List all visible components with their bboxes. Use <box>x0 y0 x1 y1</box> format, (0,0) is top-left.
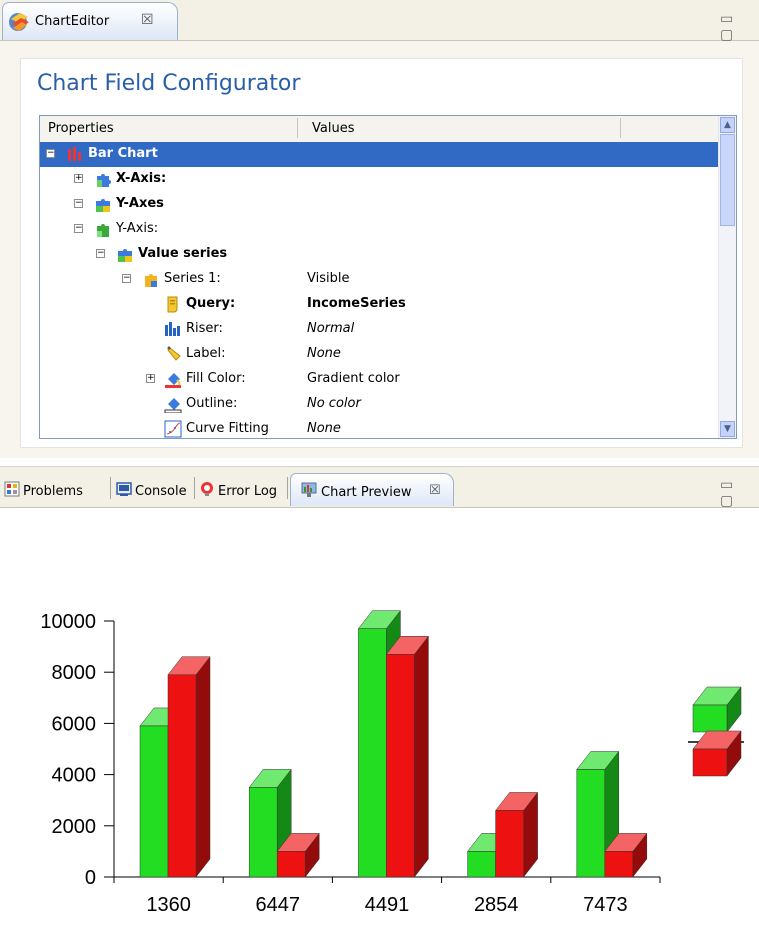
tree-row-label: Value series <box>138 246 228 261</box>
bar <box>467 851 496 878</box>
collapse-icon[interactable]: − <box>46 149 55 158</box>
editor-window-buttons[interactable]: ▭ ▢ <box>720 11 759 43</box>
tree-row-label: X-Axis: <box>116 171 167 186</box>
tree-row[interactable]: Query: IncomeSeries <box>40 292 718 317</box>
y-tick-label: 8000 <box>52 662 97 684</box>
tree-row-label: Y-Axes <box>116 196 164 211</box>
bar <box>167 674 197 878</box>
bar-chart: 0 2000 4000 6000 8000 10000 1360 6447 4491 2854 74… <box>40 609 744 916</box>
configurator-panel: Chart Field Configurator Properties Valu… <box>20 58 743 448</box>
tree-row[interactable]: Outline: No color <box>40 392 718 417</box>
editor-tab-label: ChartEditor <box>35 14 110 29</box>
tree-row-label: Bar Chart <box>88 146 158 161</box>
tree-row[interactable]: + X-Axis: <box>40 167 718 192</box>
query-icon <box>167 296 178 313</box>
tree-row-label: Curve Fitting <box>186 421 269 436</box>
tree-row-label: Query: <box>186 296 236 311</box>
bar <box>248 787 278 878</box>
puzzle-multi-icon <box>96 199 110 212</box>
fill-color-icon <box>165 373 181 388</box>
tree-row-label: Riser: <box>186 321 223 336</box>
y-tick-label: 10000 <box>40 611 96 633</box>
y-tick-label: 0 <box>85 867 96 889</box>
puzzle-blue-icon <box>97 174 111 187</box>
tree-row-value: Visible <box>307 271 350 286</box>
chart-editor-view: ChartEditor ☒ ▭ ▢ Chart Field Configurat… <box>0 0 759 458</box>
bar <box>139 725 169 878</box>
tree-row-label: Fill Color: <box>186 371 246 386</box>
properties-tree-table: Properties Values − Bar Chart + X-Axis: − Y-A… <box>39 115 737 439</box>
expand-icon[interactable]: + <box>74 174 83 183</box>
bar <box>358 628 387 878</box>
collapse-icon[interactable]: − <box>74 199 83 208</box>
collapse-icon[interactable]: − <box>74 224 83 233</box>
bar-side <box>195 656 211 878</box>
tree-row[interactable]: − Y-Axis: <box>40 217 718 242</box>
tree-row[interactable]: Riser: Normal <box>40 317 718 342</box>
collapse-icon[interactable]: − <box>122 274 131 283</box>
bar-side <box>414 635 429 878</box>
tree-row[interactable]: − Value series <box>40 242 718 267</box>
y-tick-label: 6000 <box>52 713 97 735</box>
tree-row-value: None <box>307 346 341 361</box>
vertical-scrollbar[interactable]: ▲ ▼ <box>718 116 736 438</box>
puzzle-green-icon <box>97 224 109 237</box>
legend-swatch <box>692 748 728 777</box>
column-divider[interactable] <box>620 118 621 138</box>
bar <box>604 851 634 878</box>
column-header-properties[interactable]: Properties <box>48 121 114 136</box>
chart-editor-app-icon <box>9 13 29 31</box>
bar <box>386 654 415 878</box>
x-tick-label: 2854 <box>474 894 519 916</box>
x-tick-label: 6447 <box>256 894 301 916</box>
curve-fitting-icon <box>164 420 182 438</box>
bar <box>276 851 306 878</box>
column-header-values[interactable]: Values <box>312 121 354 136</box>
tree-row-label: Outline: <box>186 396 238 411</box>
bottom-view: Problems Console Error Log Chart Preview… <box>0 466 759 925</box>
scroll-down-icon[interactable]: ▼ <box>720 421 735 437</box>
editor-tab-bar: ChartEditor ☒ ▭ ▢ <box>0 0 759 43</box>
riser-icon <box>165 322 180 336</box>
scroll-up-icon[interactable]: ▲ <box>720 117 735 133</box>
scroll-thumb[interactable] <box>720 134 735 226</box>
tree-row-value: Gradient color <box>307 371 400 386</box>
x-tick-label: 7473 <box>583 894 628 916</box>
tree-header: Properties Values <box>40 116 718 143</box>
outline-icon <box>164 398 182 413</box>
tree-row[interactable]: Curve Fitting None <box>40 417 718 438</box>
chart-editor-tab[interactable]: ChartEditor ☒ <box>2 2 178 40</box>
tree-row-label: Y-Axis: <box>116 221 159 236</box>
expand-icon[interactable]: + <box>146 374 155 383</box>
tree-row[interactable]: − Bar Chart <box>40 142 718 167</box>
close-icon[interactable]: ☒ <box>141 12 154 28</box>
tree-row[interactable]: + Fill Color: Gradient color <box>40 367 718 392</box>
tree-row-value: None <box>307 421 341 436</box>
x-tick-label: 1360 <box>146 894 191 916</box>
page-title: Chart Field Configurator <box>37 71 301 96</box>
y-tick-label: 4000 <box>52 765 97 787</box>
bar <box>495 810 524 878</box>
column-divider[interactable] <box>297 118 298 138</box>
tree-row[interactable]: − Series 1: Visible <box>40 267 718 292</box>
tree-row[interactable]: − Y-Axes <box>40 192 718 217</box>
tree-row[interactable]: Label: None <box>40 342 718 367</box>
puzzle-yellow-icon <box>145 274 157 287</box>
legend-swatch <box>692 704 728 733</box>
tree-row-label: Series 1: <box>164 271 221 286</box>
puzzle-multi-icon <box>118 249 132 262</box>
tree-row-value: IncomeSeries <box>307 296 406 311</box>
x-tick-label: 4491 <box>365 894 410 916</box>
bar-chart-icon <box>68 147 81 161</box>
tree-row-value: Normal <box>307 321 355 336</box>
bar <box>576 769 606 878</box>
label-icon <box>167 346 181 361</box>
tree-row-label: Label: <box>186 346 226 361</box>
tree-row-value: No color <box>307 396 361 411</box>
y-tick-label: 2000 <box>52 816 97 838</box>
collapse-icon[interactable]: − <box>96 249 105 258</box>
